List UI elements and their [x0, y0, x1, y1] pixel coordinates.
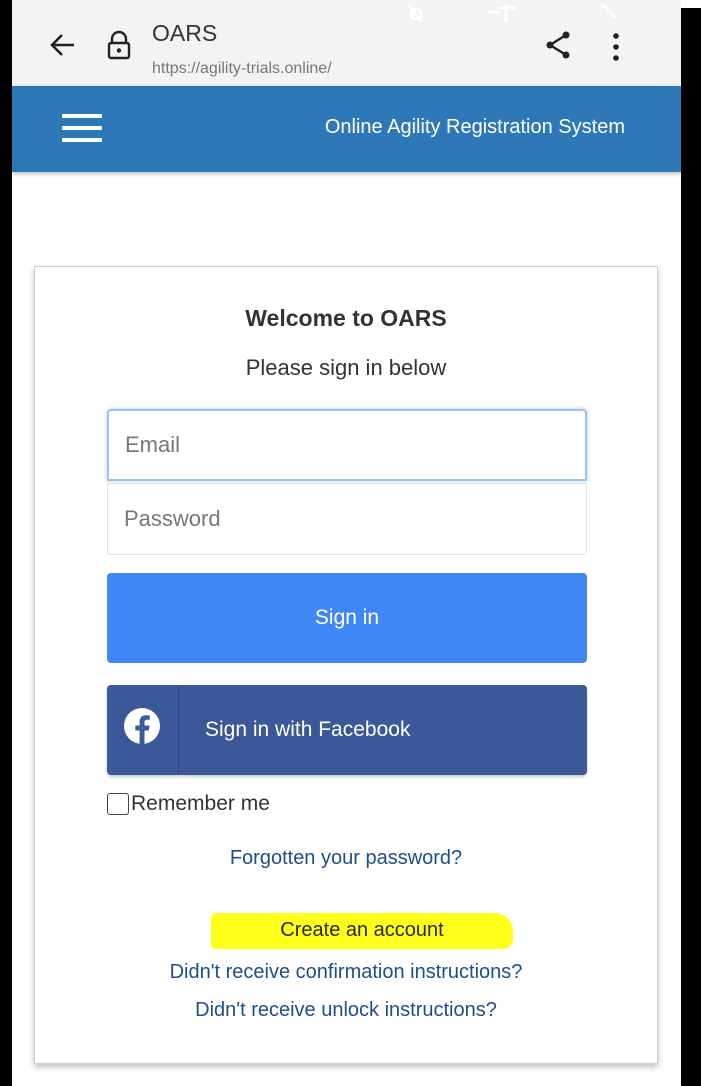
facebook-signin-label: Sign in with Facebook — [205, 718, 411, 741]
app-header: Online Agility Registration System — [12, 86, 681, 172]
hamburger-menu-icon[interactable] — [62, 110, 102, 146]
right-border — [681, 12, 701, 1086]
create-account-link[interactable]: Create an account — [211, 919, 513, 942]
site-title[interactable]: OARS — [152, 20, 217, 47]
remember-me-checkbox[interactable] — [107, 793, 129, 815]
app-title: Online Agility Registration System — [324, 116, 625, 138]
password-input[interactable] — [107, 483, 587, 555]
facebook-signin-button[interactable]: Sign in with Facebook — [107, 685, 587, 775]
unlock-instructions-link[interactable]: Didn't receive unlock instructions? — [35, 999, 657, 1022]
create-account-area: Create an account — [211, 909, 513, 949]
forgot-password-link[interactable]: Forgotten your password? — [35, 847, 657, 870]
welcome-heading: Welcome to OARS — [245, 305, 447, 331]
device-frame: OARS https://agility-trials.online/ Onli… — [0, 0, 701, 1086]
site-url[interactable]: https://agility-trials.online/ — [152, 60, 332, 78]
signin-button[interactable]: Sign in — [107, 573, 587, 663]
remember-me-row: Remember me — [107, 789, 270, 819]
lock-icon — [107, 30, 131, 60]
remember-me-label[interactable]: Remember me — [131, 792, 270, 816]
share-icon[interactable] — [544, 30, 572, 60]
email-input[interactable] — [107, 409, 587, 481]
phone-screen: OARS https://agility-trials.online/ Onli… — [12, 0, 681, 1086]
facebook-icon-area — [107, 685, 179, 775]
confirmation-instructions-link[interactable]: Didn't receive confirmation instructions… — [35, 961, 657, 984]
signin-subtitle: Please sign in below — [245, 355, 447, 380]
back-arrow-icon[interactable] — [48, 30, 78, 60]
left-border — [0, 0, 12, 1086]
facebook-icon — [124, 708, 160, 744]
status-glyphs-icon — [406, 2, 618, 23]
login-card: Welcome to OARS Please sign in below Sig… — [34, 266, 658, 1064]
browser-toolbar: OARS https://agility-trials.online/ — [12, 0, 681, 86]
more-vert-icon[interactable] — [608, 30, 624, 64]
